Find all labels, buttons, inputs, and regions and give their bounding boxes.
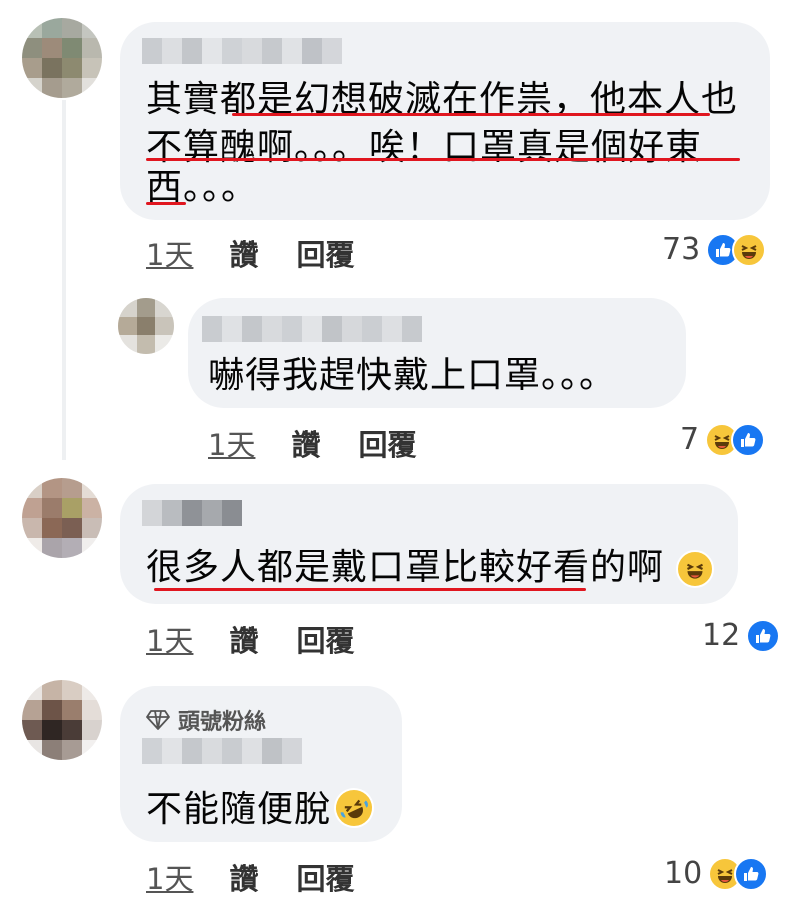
like-icon: [734, 856, 769, 891]
like-button[interactable]: 讚: [229, 618, 258, 660]
reply-button[interactable]: 回覆: [358, 422, 416, 464]
comment-actions: 1天 讚 回覆: [146, 618, 354, 660]
reaction-count: 10: [664, 856, 703, 891]
comment-text-line: 其實都是幻想破滅在作祟，他本人也: [146, 79, 739, 120]
avatar[interactable]: [118, 298, 174, 354]
reaction-summary[interactable]: 7: [680, 422, 766, 457]
reaction-count: 12: [702, 618, 741, 653]
timestamp-link[interactable]: 1天: [146, 232, 193, 274]
avatar[interactable]: [22, 18, 102, 98]
avatar[interactable]: [22, 680, 102, 760]
timestamp-link[interactable]: 1天: [146, 618, 193, 660]
like-icon: [731, 422, 766, 457]
top-fan-badge: 頭號粉絲: [146, 704, 266, 736]
red-underline: [146, 158, 740, 161]
like-button[interactable]: 讚: [291, 422, 320, 464]
red-underline: [154, 588, 586, 591]
reaction-summary[interactable]: 12: [702, 618, 781, 653]
reaction-summary[interactable]: 10: [664, 856, 769, 891]
reply-button[interactable]: 回覆: [296, 856, 354, 898]
reaction-count: 73: [662, 232, 701, 267]
laughing-emoji-icon: [676, 550, 714, 588]
like-button[interactable]: 讚: [229, 856, 258, 898]
diamond-icon: [146, 710, 170, 730]
timestamp-link[interactable]: 1天: [146, 856, 193, 898]
reply-button[interactable]: 回覆: [296, 618, 354, 660]
commenter-name[interactable]: [142, 500, 242, 526]
comment-actions: 1天 讚 回覆: [208, 422, 416, 464]
red-underline: [146, 202, 186, 205]
comment-actions: 1天 讚 回覆: [146, 856, 354, 898]
comment-text-line: 嚇得我趕快戴上口罩。。。: [208, 355, 617, 396]
timestamp-link[interactable]: 1天: [208, 422, 255, 464]
like-button[interactable]: 讚: [229, 232, 258, 274]
red-underline: [232, 113, 710, 116]
commenter-name[interactable]: [142, 38, 342, 64]
reaction-summary[interactable]: 73: [662, 232, 767, 267]
commenter-name[interactable]: [202, 316, 422, 342]
comment-actions: 1天 讚 回覆: [146, 232, 354, 274]
haha-icon: [732, 232, 767, 267]
reaction-count: 7: [680, 422, 700, 457]
thread-line: [62, 100, 66, 460]
like-icon: [746, 618, 781, 653]
badge-label: 頭號粉絲: [178, 710, 267, 735]
avatar[interactable]: [22, 478, 102, 558]
comment-text-line: 不能隨便脫: [146, 789, 332, 830]
commenter-name[interactable]: [142, 738, 302, 764]
reply-button[interactable]: 回覆: [296, 232, 354, 274]
comment-text-line: 很多人都是戴口罩比較好看的啊: [146, 547, 665, 588]
